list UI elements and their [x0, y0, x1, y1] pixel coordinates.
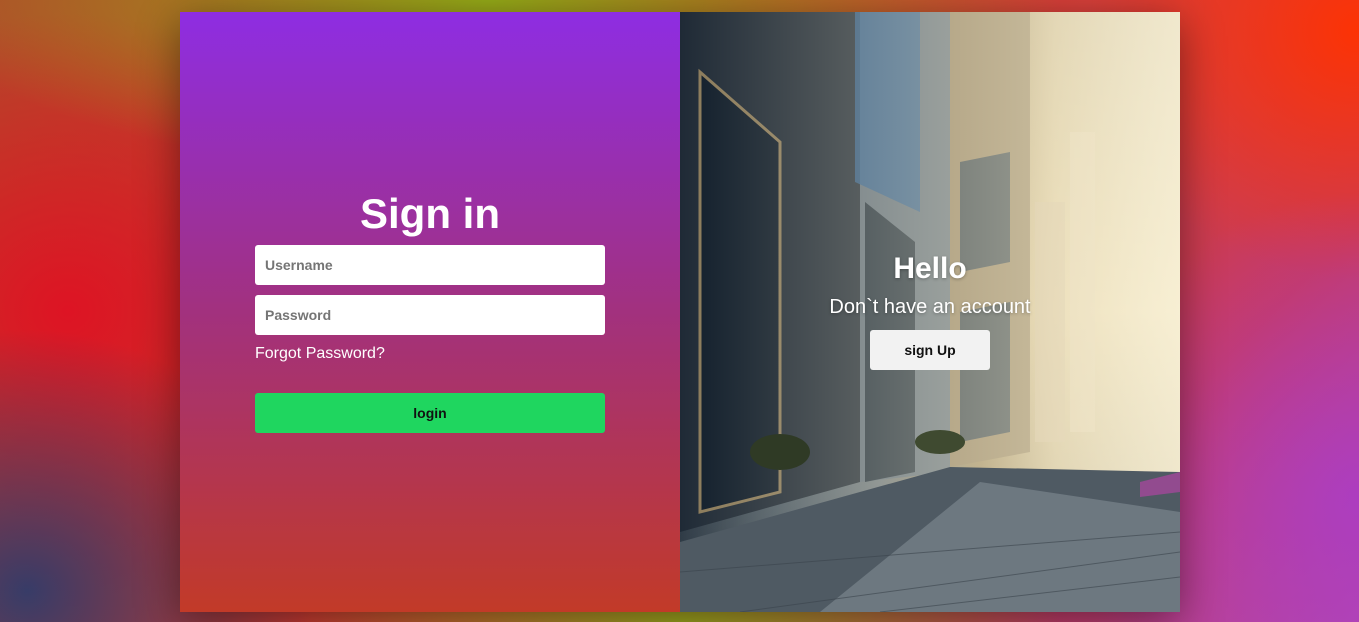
hello-title: Hello	[893, 252, 967, 285]
sign-up-button[interactable]: sign Up	[870, 330, 990, 370]
sign-in-panel: Sign in Forgot Password? login	[180, 12, 680, 612]
password-input[interactable]	[255, 295, 605, 335]
auth-card: Sign in Forgot Password? login	[180, 12, 1180, 612]
sign-up-panel: Hello Don`t have an account sign Up	[680, 12, 1180, 612]
forgot-password-link[interactable]: Forgot Password?	[255, 345, 385, 363]
username-input[interactable]	[255, 245, 605, 285]
sign-in-title: Sign in	[360, 190, 500, 237]
login-button[interactable]: login	[255, 393, 605, 433]
no-account-text: Don`t have an account	[829, 296, 1031, 318]
